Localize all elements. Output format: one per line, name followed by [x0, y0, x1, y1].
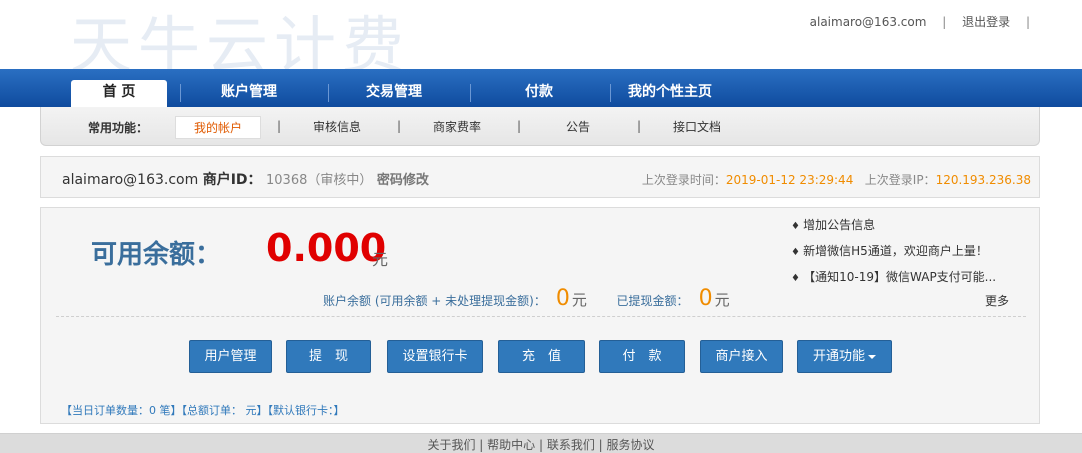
set-bank-card-button[interactable]: 设置银行卡	[387, 340, 483, 373]
footer-about-link[interactable]: 关于我们	[427, 438, 475, 452]
user-management-button[interactable]: 用户管理	[189, 340, 272, 373]
subnav-api-docs[interactable]: 接口文档	[673, 118, 721, 135]
nav-item-home[interactable]: 首 页	[71, 80, 167, 107]
last-login-time-label: 上次登录时间：	[641, 173, 726, 187]
user-links: alaimaro@163.com | 退出登录 |	[810, 13, 1042, 30]
main-nav: 首 页 账户管理 交易管理 付款 我的个性主页	[0, 69, 1082, 107]
footer-help-link[interactable]: 帮助中心	[487, 438, 535, 452]
available-balance-unit: 元	[372, 250, 389, 269]
last-login-ip: 120.193.236.38	[935, 173, 1031, 187]
announcement-item[interactable]: 新增微信H5通道，欢迎商户上量！	[791, 242, 1031, 268]
caret-down-icon	[868, 354, 876, 359]
page: 天牛云计费 alaimaro@163.com | 退出登录 | 首 页 账户管理…	[0, 0, 1082, 453]
announcement-item[interactable]: 增加公告信息	[791, 216, 1031, 242]
nav-divider	[328, 84, 329, 102]
footer: 关于我们 | 帮助中心 | 联系我们 | 服务协议	[0, 433, 1082, 453]
pay-button[interactable]: 付 款	[599, 340, 685, 373]
account-balance-label: 账户余额 (可用余额 + 未处理提现金额)：	[323, 294, 546, 308]
merchant-id-label: 商户ID：	[202, 172, 262, 188]
recharge-button[interactable]: 充 值	[498, 340, 585, 373]
subnav-merchant-rates[interactable]: 商家费率	[433, 118, 481, 135]
nav-item-homepage[interactable]: 我的个性主页	[618, 80, 722, 107]
withdrawn-value: 0	[698, 286, 713, 311]
subnav-announcements[interactable]: 公告	[566, 118, 590, 135]
separator: |	[594, 438, 607, 452]
merchant-access-button[interactable]: 商户接入	[700, 340, 783, 373]
order-stats: 【当日订单数量：0 笔】【总额订单： 元】【默认银行卡：】	[61, 404, 345, 417]
balance-details: 账户余额 (可用余额 + 未处理提现金额)： 0 元 已提现金额： 0 元	[323, 286, 730, 311]
last-login-info: 上次登录时间：2019-01-12 23:29:44 上次登录IP：120.19…	[642, 171, 1031, 188]
divider	[56, 316, 1026, 317]
withdrawn-label: 已提现金额：	[616, 294, 689, 308]
account-email: alaimaro@163.com	[62, 172, 199, 188]
separator: |	[942, 15, 947, 29]
change-password-link[interactable]: 密码修改	[377, 173, 429, 188]
enable-features-label: 开通功能	[812, 349, 865, 364]
account-summary: alaimaro@163.com 商户ID： 10368（审核中） 密码修改	[62, 169, 429, 189]
nav-divider	[610, 84, 611, 102]
last-login-time: 2019-01-12 23:29:44	[725, 173, 854, 187]
separator: |	[1025, 15, 1030, 29]
logout-link[interactable]: 退出登录	[962, 15, 1010, 29]
separator: |	[397, 119, 402, 133]
more-announcements-link[interactable]: 更多	[985, 292, 1009, 309]
account-info-bar: alaimaro@163.com 商户ID： 10368（审核中） 密码修改 上…	[40, 156, 1040, 198]
account-balance-value: 0	[555, 286, 570, 311]
announcement-item[interactable]: 【通知10-19】微信WAP支付可能...	[791, 268, 1031, 294]
nav-item-transactions[interactable]: 交易管理	[346, 80, 442, 107]
nav-item-account[interactable]: 账户管理	[200, 80, 298, 107]
subnav-my-account[interactable]: 我的帐户	[175, 116, 262, 139]
announcement-list: 增加公告信息 新增微信H5通道，欢迎商户上量！ 【通知10-19】微信WAP支付…	[791, 216, 1031, 294]
footer-terms-link[interactable]: 服务协议	[607, 438, 655, 452]
nav-divider	[180, 84, 181, 102]
separator: |	[277, 119, 282, 133]
balance-panel: 可用余额： 0.000 元 账户余额 (可用余额 + 未处理提现金额)： 0 元 已…	[40, 207, 1040, 424]
enable-features-dropdown[interactable]: 开通功能	[797, 340, 892, 373]
separator: |	[637, 119, 642, 133]
footer-contact-link[interactable]: 联系我们	[547, 438, 595, 452]
available-balance-label: 可用余额：	[91, 240, 222, 270]
last-login-ip-label: 上次登录IP：	[864, 173, 936, 187]
available-balance-value: 0.000	[266, 226, 387, 270]
quick-functions-label: 常用功能：	[88, 121, 149, 135]
nav-divider	[470, 84, 471, 102]
withdraw-button[interactable]: 提 现	[286, 340, 371, 373]
separator: |	[517, 119, 522, 133]
merchant-id-value: 10368（审核中）	[266, 173, 373, 188]
withdrawn-unit: 元	[714, 291, 730, 309]
account-balance-unit: 元	[571, 291, 587, 309]
quick-functions-bar: 常用功能： 我的帐户 | 审核信息 | 商家费率 | 公告 | 接口文档	[40, 107, 1040, 146]
separator: |	[475, 438, 488, 452]
nav-item-payment[interactable]: 付款	[500, 80, 578, 107]
subnav-review-info[interactable]: 审核信息	[313, 118, 361, 135]
user-email: alaimaro@163.com	[809, 15, 927, 29]
separator: |	[535, 438, 547, 452]
